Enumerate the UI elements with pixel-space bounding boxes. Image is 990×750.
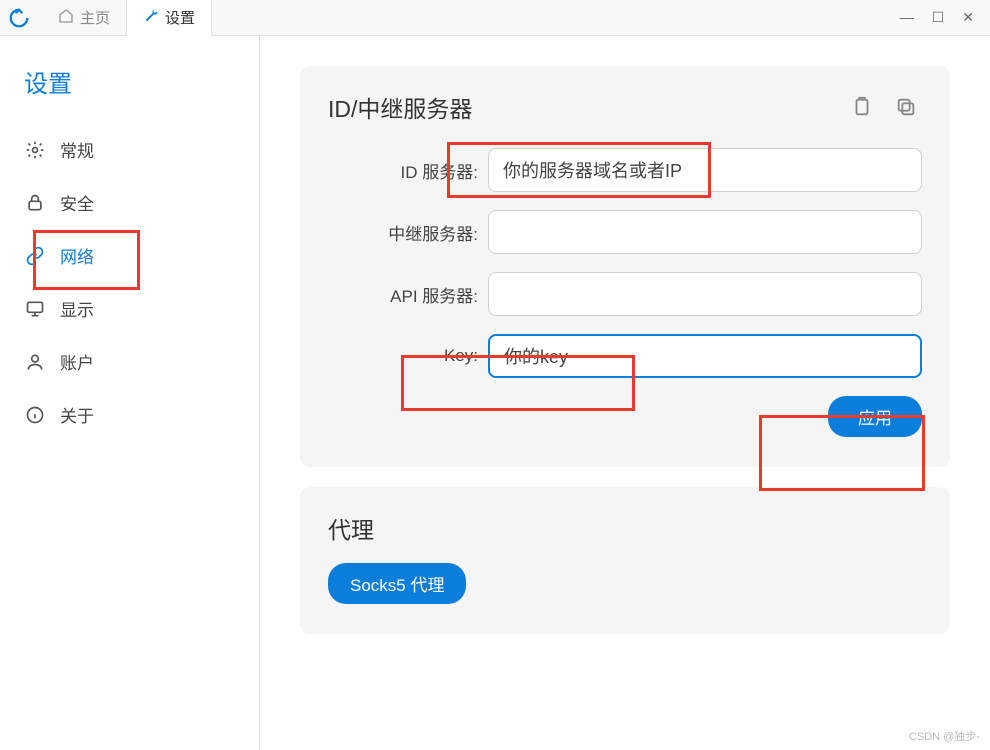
sidebar-item-label: 显示 [60,296,94,321]
copy-button[interactable] [890,91,922,123]
sidebar-item-label: 关于 [60,402,94,427]
watermark: CSDN @独步- [909,728,980,744]
sidebar-item-label: 常规 [60,137,94,162]
sidebar-item-security[interactable]: 安全 [0,176,259,229]
sidebar-item-about[interactable]: 关于 [0,388,259,441]
socks5-proxy-button[interactable]: Socks5 代理 [328,563,466,604]
key-label: Key: [328,346,478,366]
close-button[interactable]: ✕ [962,9,974,26]
relay-server-label: 中继服务器: [328,220,478,245]
app-logo [8,7,30,29]
sidebar-item-account[interactable]: 账户 [0,335,259,388]
apply-button[interactable]: 应用 [828,396,922,437]
sidebar-item-label: 安全 [60,190,94,215]
tab-settings-label: 设置 [165,7,195,28]
proxy-panel: 代理 Socks5 代理 [300,487,950,634]
id-server-input[interactable] [488,148,922,192]
info-icon [24,404,46,426]
gear-icon [24,139,46,161]
tab-settings[interactable]: 设置 [126,0,212,36]
minimize-button[interactable]: ― [900,9,914,26]
maximize-button[interactable]: ☐ [932,9,945,26]
window-controls: ― ☐ ✕ [900,9,990,26]
relay-server-input[interactable] [488,210,922,254]
sidebar-item-general[interactable]: 常规 [0,123,259,176]
wrench-icon [143,8,159,28]
key-input[interactable] [488,334,922,378]
sidebar-item-network[interactable]: 网络 [0,229,259,282]
main: 设置 常规 安全 网络 显示 [0,36,990,750]
link-icon [24,245,46,267]
proxy-title: 代理 [328,511,922,545]
sidebar-item-display[interactable]: 显示 [0,282,259,335]
api-server-label: API 服务器: [328,282,478,307]
id-server-label: ID 服务器: [328,158,478,183]
sidebar-item-label: 账户 [60,349,94,374]
api-server-input[interactable] [488,272,922,316]
panel-title: ID/中继服务器 [328,90,846,124]
titlebar: 主页 设置 ― ☐ ✕ [0,0,990,36]
lock-icon [24,192,46,214]
tab-home[interactable]: 主页 [42,0,126,36]
tab-home-label: 主页 [80,7,110,28]
sidebar-item-label: 网络 [60,243,94,268]
user-icon [24,351,46,373]
home-icon [58,8,74,28]
content-area: ID/中继服务器 ID 服务器: 中继服务器: API [260,36,990,750]
paste-button[interactable] [846,91,878,123]
monitor-icon [24,298,46,320]
id-relay-panel: ID/中继服务器 ID 服务器: 中继服务器: API [300,66,950,467]
sidebar: 设置 常规 安全 网络 显示 [0,36,260,750]
sidebar-title: 设置 [0,56,259,123]
